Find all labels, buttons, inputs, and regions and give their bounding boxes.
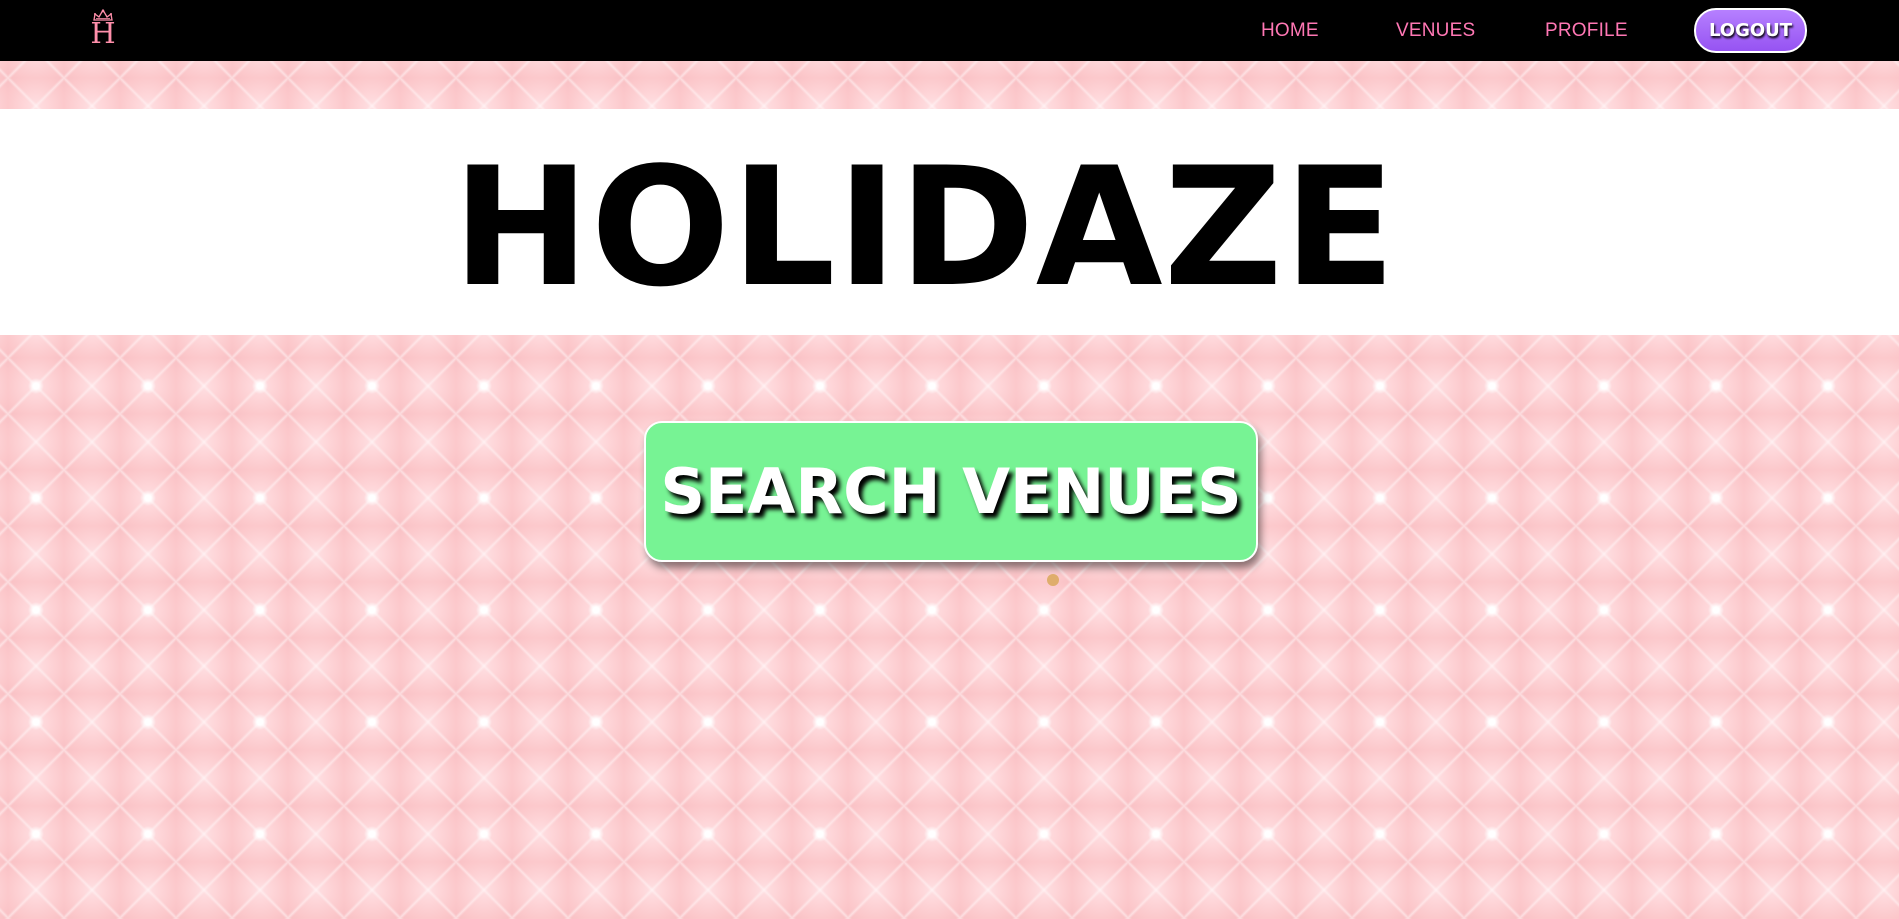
navbar: H HOME VENUES PROFILE LOGOUT <box>0 0 1899 61</box>
site-title: HOLIDAZE <box>452 132 1397 323</box>
hero-banner: HOLIDAZE <box>0 109 1899 335</box>
nav-home-link[interactable]: HOME <box>1261 20 1319 42</box>
logout-button[interactable]: LOGOUT <box>1694 8 1807 53</box>
home-logo-link[interactable]: H <box>88 9 118 53</box>
nav-profile-link[interactable]: PROFILE <box>1545 20 1628 42</box>
nav-venues-link[interactable]: VENUES <box>1396 20 1475 42</box>
cursor-indicator <box>1047 574 1059 586</box>
search-venues-button[interactable]: SEARCH VENUES <box>644 421 1258 562</box>
search-venues-label: SEARCH VENUES <box>660 455 1242 528</box>
logo-letter: H <box>90 16 116 50</box>
